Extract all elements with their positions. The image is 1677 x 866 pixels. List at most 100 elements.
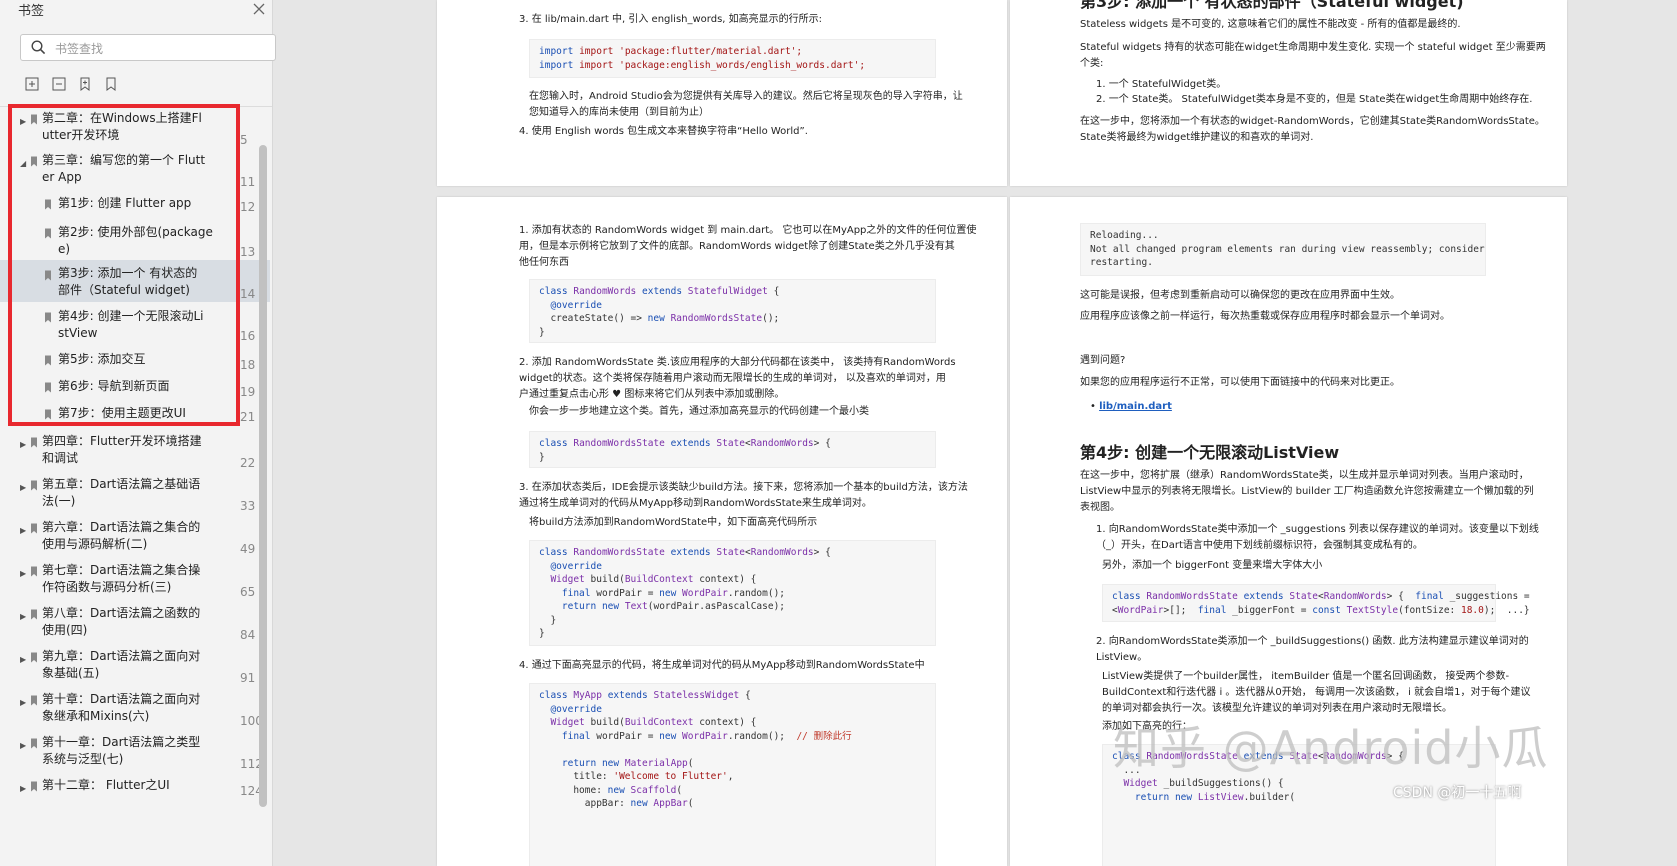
bookmark-page: 21 [240,410,256,424]
divider [0,106,272,107]
step-text: 将build方法添加到RandomWordState中，如下面高亮代码所示 [529,517,818,528]
document-page: 1. 添加有状态的 RandomWords widget 到 main.dart… [437,197,1007,866]
bookmark-item[interactable]: ▶ 第二章：在Windows上搭建Fl utter开发环境 5 [0,110,270,147]
bookmark-icon [45,228,51,239]
bookmark-page: 11 [240,175,256,189]
bookmark-item[interactable]: ▶ 第十章：Dart语法篇之面向对 象继承和Mixins(六) 100 [0,691,270,728]
paragraph: 遇到问题? [1080,355,1126,366]
bookmark-search-input[interactable] [53,38,257,59]
step-text: 3. 在添加状态类后，IDE会提示该类缺少build方法。接下来，您将添加一个基… [519,482,968,509]
paragraph: 另外，添加一个 biggerFont 变量来增大字体大小 [1102,560,1323,571]
bookmark-icon [31,480,37,491]
bookmark-icon [31,437,37,448]
bookmark-icon [31,652,37,663]
bookmark-icon [31,609,37,620]
close-icon[interactable] [252,2,266,16]
code-block: class RandomWordsState extends State<Ran… [1102,584,1530,622]
bookmark-item[interactable]: 第7步：使用主题更改UI 21 [0,405,270,425]
code-comment: // 删除此行 [796,730,852,742]
bookmark-icon [31,523,37,534]
bookmark-page: 12 [240,200,256,214]
list-item: 2. 一个 State类。 StatefulWidget类本身是不变的，但是 S… [1096,94,1533,105]
bookmark-label: 第十一章：Dart语法篇之类型 系统与泛型(七) [42,735,201,766]
bookmark-item[interactable]: ▶ 第十二章： Flutter之UI 124 [0,777,270,798]
code-block: class RandomWordsState extends State<Ran… [529,540,936,646]
bookmark-item[interactable]: ▶ 第六章：Dart语法篇之集合的 使用与源码解析(二) 49 [0,519,270,556]
bookmark-icon [31,566,37,577]
collapse-all-icon[interactable] [51,76,67,92]
bookmark-label: 第八章：Dart语法篇之函数的 使用(四) [42,606,201,637]
add-bookmark-icon[interactable] [77,76,93,92]
bookmark-item[interactable]: 第6步: 导航到新页面 19 [0,378,270,399]
code-link[interactable]: lib/main.dart [1099,401,1172,412]
bookmark-item[interactable]: ▶ 第四章：Flutter开发环境搭建 和调试 22 [0,433,270,470]
code-block: import import 'package:flutter/material.… [529,39,936,78]
bookmark-icon [45,199,51,210]
paragraph: 在这一步中，您将扩展（继承）RandomWordsState类，以生成并显示单词… [1080,470,1534,513]
step-text: 4. 通过下面高亮显示的代码，将生成单词对代的码从MyApp移动到RandomW… [519,660,925,671]
bookmark-label: 第5步: 添加交互 [58,352,146,366]
bookmark-item[interactable]: ▶ 第八章：Dart语法篇之函数的 使用(四) 84 [0,605,270,642]
step-text: 4. 使用 English words 包生成文本来替换字符串“Hello Wo… [519,126,808,137]
note-text: 在您输入时，Android Studio会为您提供有关库导入的建议。然后它将呈现… [529,91,963,118]
bookmark-label: 第1步: 创建 Flutter app [58,196,192,210]
bookmark-label: 第七章：Dart语法篇之集合操 作符函数与源码分析(三) [42,563,201,594]
document-page: 3. 在 lib/main.dart 中, 引入 english_words, … [437,0,1007,186]
bookmark-page: 65 [240,585,256,599]
bookmark-icon [31,114,37,125]
bookmark-label: 第6步: 导航到新页面 [58,379,170,393]
watermark-text: 知乎 @Android小瓜 [1113,721,1549,775]
console-line: Reloading... [1090,230,1159,241]
bookmark-label: 第六章：Dart语法篇之集合的 使用与源码解析(二) [42,520,201,551]
bookmark-icon [31,781,37,792]
list-item: 1. 一个 StatefulWidget类。 [1096,79,1227,90]
bookmark-icon [31,695,37,706]
code-block: class RandomWordsState extends State<Ran… [529,431,936,468]
bookmark-page: 14 [240,287,256,301]
bookmark-icon [31,156,37,167]
bookmark-item[interactable]: 第1步: 创建 Flutter app 12 [0,195,270,215]
bookmark-icon [45,409,51,420]
bookmark-item[interactable]: ▶ 第七章：Dart语法篇之集合操 作符函数与源码分析(三) 65 [0,562,270,599]
bullet-link[interactable]: • lib/main.dart [1090,399,1172,415]
code-block: class MyApp extends StatelessWidget { @o… [529,683,936,866]
bookmark-item[interactable]: ▶ 第九章：Dart语法篇之面向对 象基础(五) 91 [0,648,270,685]
bookmark-item[interactable]: 第2步: 使用外部包(package e) 13 [0,224,270,259]
expand-all-icon[interactable] [24,76,40,92]
console-line: Not all changed program elements ran dur… [1090,243,1485,255]
bookmark-scroll-thumb[interactable] [259,145,267,807]
console-output: Reloading... Not all changed program ele… [1080,223,1486,276]
bookmark-search-box[interactable] [20,34,276,61]
step-text: 2. 添加 RandomWordsState 类.该应用程序的大部分代码都在该类… [519,357,956,400]
source-tag: CSDN @初一十五啊 [1393,785,1522,801]
code-line: import 'package:flutter/material.dart'; [579,46,803,57]
bookmark-item[interactable]: ▶ 第十一章：Dart语法篇之类型 系统与泛型(七) 112 [0,734,270,771]
bookmark-page: 91 [240,671,256,685]
bookmark-item[interactable]: 第5步: 添加交互 18 [0,351,270,372]
section-heading: 第3步: 添加一个 有状态的部件（Stateful widget) [1080,0,1464,11]
paragraph: 这可能是误报，但考虑到重新启动可以确保您的更改在应用界面中生效。 [1080,290,1400,301]
bookmark-item[interactable]: 第4步: 创建一个无限滚动Li stView 16 [0,308,270,343]
bookmark-page: 16 [240,329,256,343]
code-line: import 'package:english_words/english_wo… [579,59,866,71]
bookmark-label: 第十二章： Flutter之UI [42,778,170,792]
console-line: restarting. [1090,257,1153,268]
bookmark-label: 第3步: 添加一个 有状态的 部件（Stateful widget) [58,266,198,297]
bookmark-icon[interactable] [103,76,119,92]
paragraph: Stateful widgets 持有的状态可能在widget生命周期中发生变化… [1080,42,1546,69]
paragraph: ListView类提供了一个builder属性， itemBuilder 值是一… [1102,671,1531,714]
bookmark-page: 49 [240,542,256,556]
paragraph: 如果您的应用程序运行不正常，可以使用下面链接中的代码来对比更正。 [1080,377,1400,388]
list-item: 2. 向RandomWordsState类添加一个 _buildSuggesti… [1096,636,1529,663]
bookmark-page: 33 [240,499,256,513]
bookmark-item[interactable]: ▶ 第五章：Dart语法篇之基础语 法(一) 33 [0,476,270,513]
bookmark-icon [45,270,51,281]
bookmark-item-selected[interactable]: 第3步: 添加一个 有状态的 部件（Stateful widget) 14 [0,260,270,302]
bookmark-label: 第九章：Dart语法篇之面向对 象基础(五) [42,649,201,680]
bookmark-label: 第三章：编写您的第一个 Flutt er App [42,153,206,184]
bookmark-page: 22 [240,456,256,470]
bookmark-page: 5 [240,133,248,147]
bookmark-item[interactable]: ◢ 第三章：编写您的第一个 Flutt er App 11 [0,152,270,189]
bookmark-icon [45,355,51,366]
bookmark-page: 84 [240,628,256,642]
